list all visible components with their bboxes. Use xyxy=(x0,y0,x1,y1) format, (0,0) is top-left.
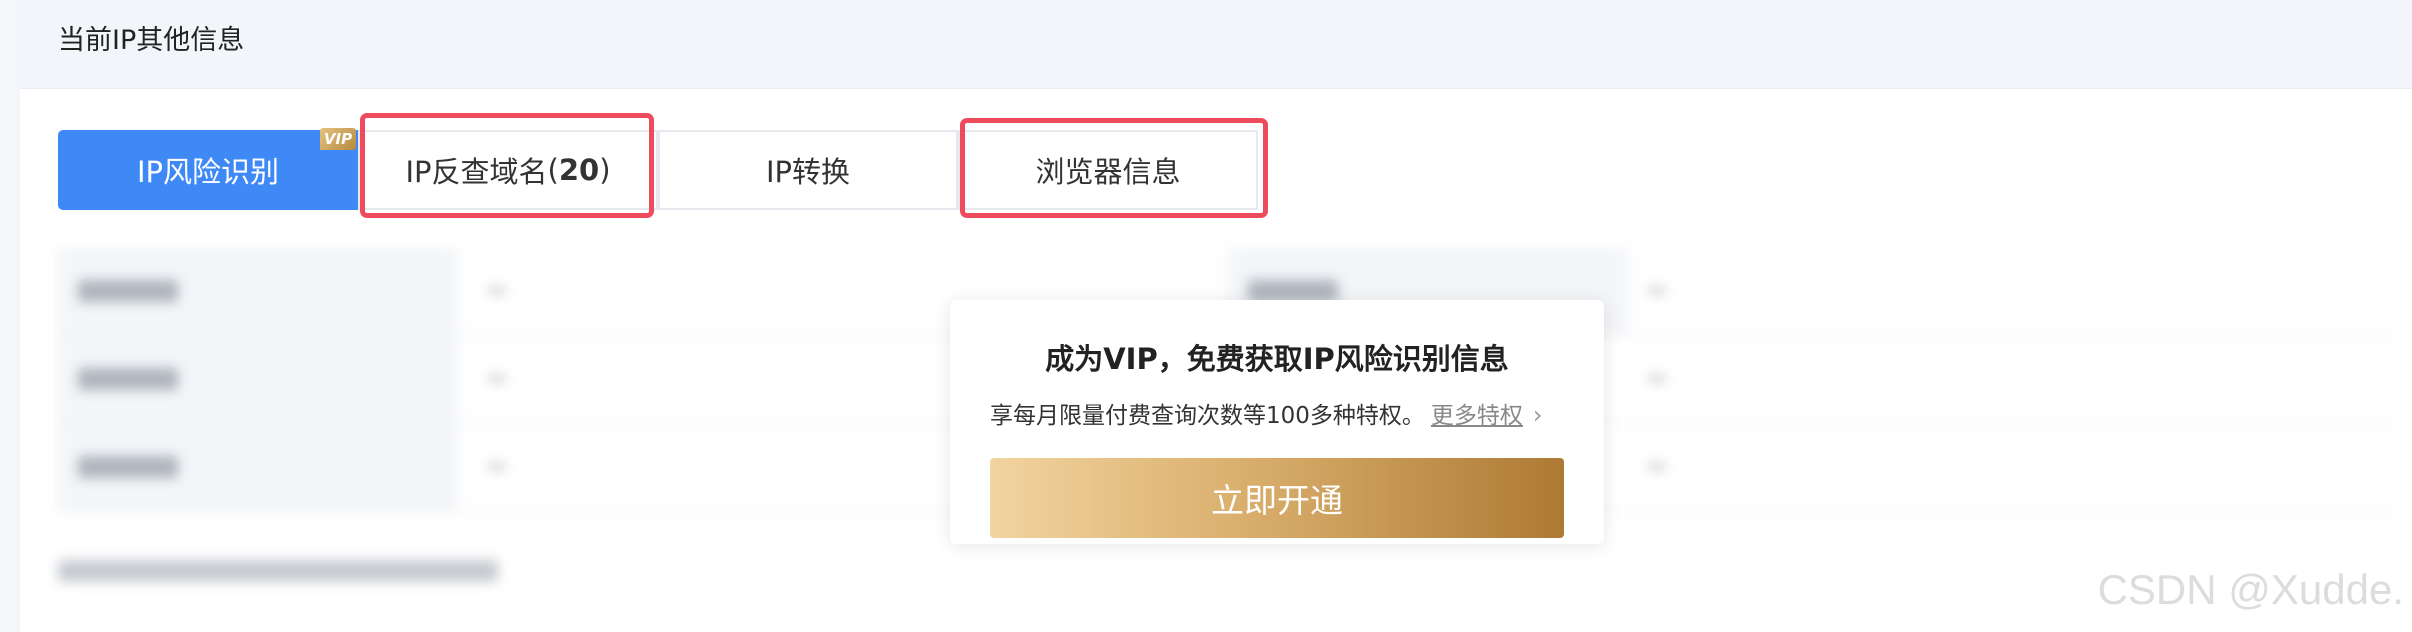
card-header: 当前IP其他信息 xyxy=(20,0,2412,89)
watermark: CSDN @Xudde. xyxy=(2097,566,2404,613)
tab-label: IP风险识别 xyxy=(136,155,280,189)
open-vip-button[interactable]: 立即开通 xyxy=(990,458,1564,538)
popup-title: 成为VIP，免费获取IP风险识别信息 xyxy=(1045,342,1509,376)
section-title: 当前IP其他信息 xyxy=(58,25,245,56)
highlight-box-browser-info xyxy=(960,118,1268,218)
tab-ip-risk[interactable]: IP风险识别 xyxy=(58,130,358,210)
tab-label: IP转换 xyxy=(765,155,851,189)
highlight-box-reverse-domain xyxy=(360,113,654,218)
vip-upsell-popup: 成为VIP，免费获取IP风险识别信息 享每月限量付费查询次数等100多种特权。更… xyxy=(950,300,1604,544)
tab-ip-convert[interactable]: IP转换 xyxy=(658,130,958,210)
chevron-right-icon[interactable]: › xyxy=(1533,401,1543,429)
popup-description: 享每月限量付费查询次数等100多种特权。 更多特权 › xyxy=(990,396,1543,430)
popup-desc-text: 享每月限量付费查询次数等100多种特权。 xyxy=(990,403,1425,429)
vip-badge: VIP xyxy=(320,128,356,150)
more-privileges-link[interactable]: 更多特权 xyxy=(1431,403,1523,429)
left-gutter xyxy=(0,0,20,632)
blurred-footnote xyxy=(58,560,498,582)
